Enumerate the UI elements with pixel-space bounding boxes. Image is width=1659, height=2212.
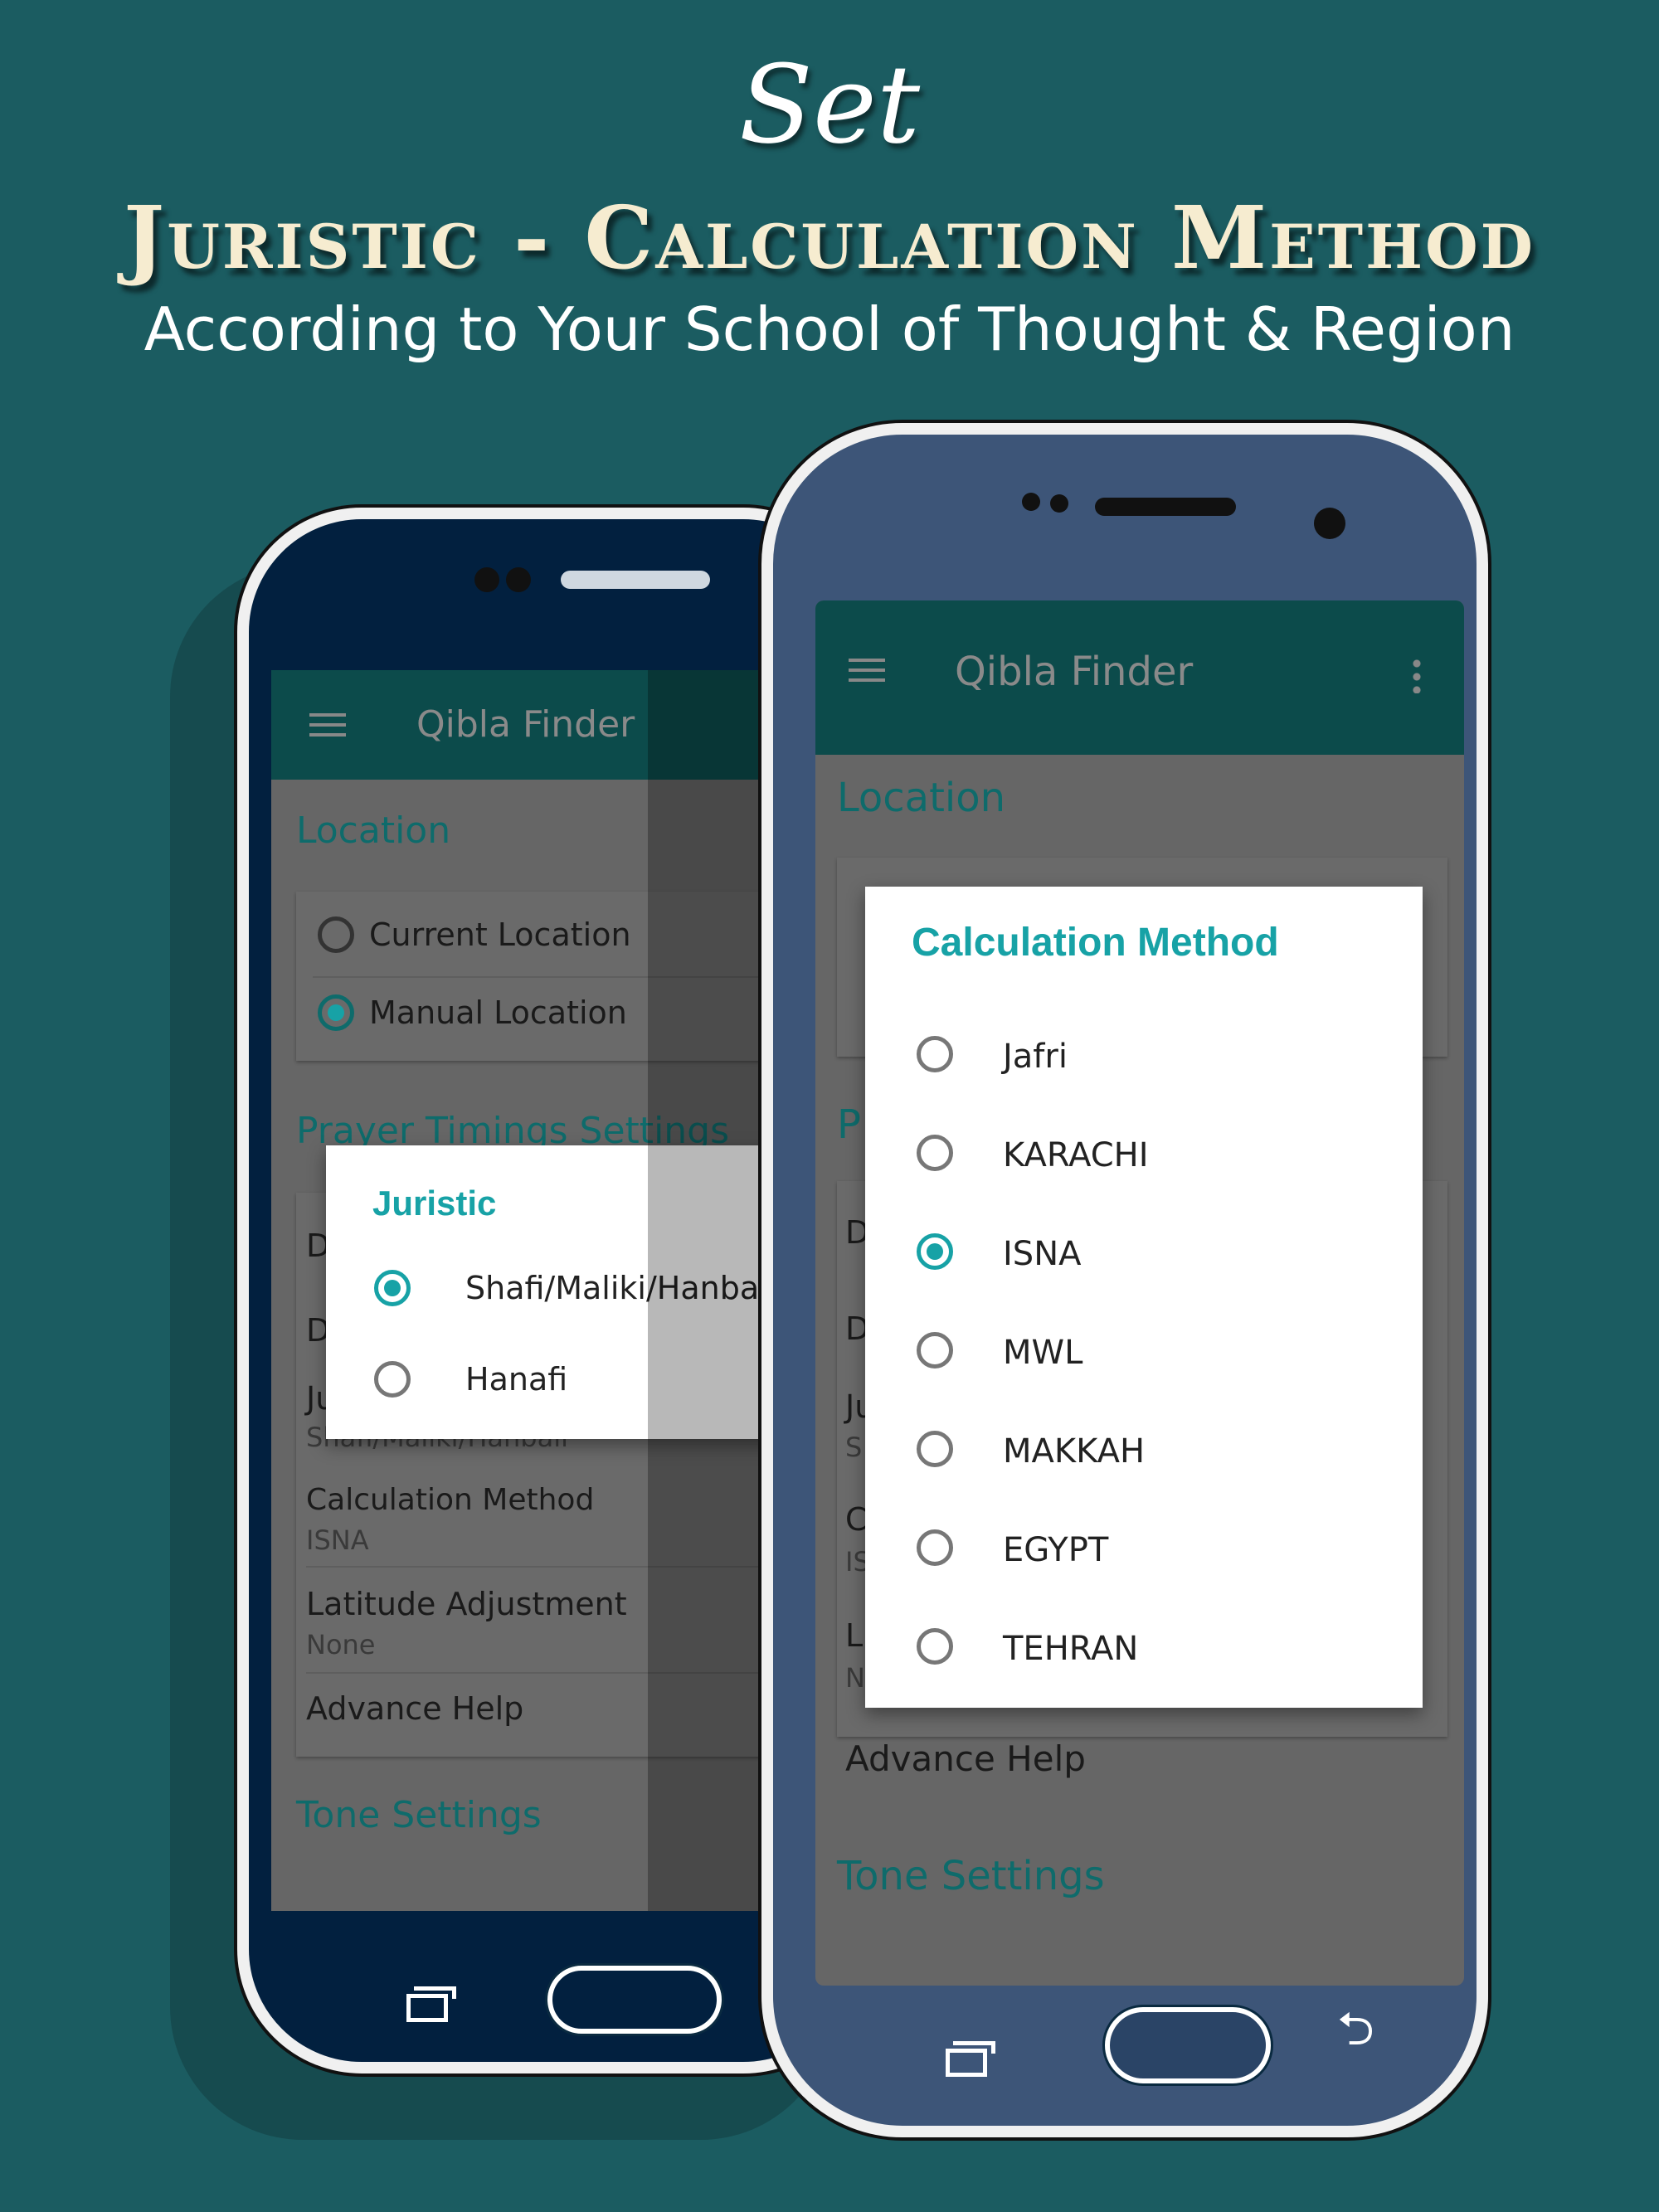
recent-apps-icon[interactable] [946, 2041, 995, 2077]
section-tone-settings: Tone Settings [296, 1794, 542, 1836]
setting-row[interactable]: C [845, 1501, 868, 1538]
option-tehran[interactable]: TEHRAN [1003, 1630, 1138, 1668]
calculation-method-dialog: Calculation Method Jafri KARACHI ISNA MWL MA… [865, 887, 1423, 1708]
option-hanafi[interactable]: Hanafi [465, 1361, 567, 1398]
option-current-location[interactable]: Current Location [369, 916, 631, 953]
option-karachi[interactable]: KARACHI [1003, 1136, 1149, 1174]
menu-icon[interactable] [849, 659, 885, 682]
section-location: Location [837, 775, 1006, 821]
option-mwl[interactable]: MWL [1003, 1334, 1082, 1372]
setting-latitude-adjustment[interactable]: Latitude Adjustment [306, 1586, 627, 1622]
banner-subtitle: According to Your School of Thought & Re… [144, 294, 1515, 364]
option-manual-location[interactable]: Manual Location [369, 994, 627, 1031]
app-bar: Qibla Finder [815, 600, 1464, 755]
sensor-icon [506, 567, 531, 592]
setting-advance-help[interactable]: Advance Help [306, 1690, 523, 1727]
banner-title: Juristic - Calculation Method [124, 187, 1535, 289]
radio-hanafi[interactable] [374, 1361, 411, 1398]
calculation-method-value: ISNA [306, 1524, 369, 1556]
radio-jafri[interactable] [917, 1036, 953, 1072]
section-tone-settings: Tone Settings [837, 1853, 1105, 1899]
banner-set-script: Set [738, 41, 921, 168]
option-jafri[interactable]: Jafri [1003, 1038, 1068, 1076]
more-options-icon[interactable] [1413, 657, 1421, 693]
back-icon[interactable]: ⮌ [1337, 1996, 1374, 2074]
section-location: Location [296, 809, 451, 852]
recent-apps-icon[interactable] [406, 1986, 456, 2022]
radio-isna[interactable] [917, 1233, 953, 1270]
radio-shafi[interactable] [374, 1270, 411, 1306]
dialog-title: Juristic [372, 1184, 497, 1223]
setting-row[interactable]: L [845, 1617, 863, 1654]
setting-value: S [845, 1432, 863, 1463]
home-button[interactable] [1105, 2007, 1271, 2083]
option-isna[interactable]: ISNA [1003, 1235, 1081, 1273]
radio-tehran[interactable] [917, 1628, 953, 1665]
camera-icon [1314, 508, 1345, 539]
option-makkah[interactable]: MAKKAH [1003, 1432, 1145, 1471]
app-title: Qibla Finder [955, 649, 1194, 695]
sensor-icon [1022, 493, 1040, 511]
setting-calculation-method[interactable]: Calculation Method [306, 1483, 594, 1517]
app-title: Qibla Finder [416, 703, 635, 746]
radio-makkah[interactable] [917, 1431, 953, 1467]
home-button[interactable] [547, 1966, 722, 2034]
right-screen: Qibla Finder Location P D D Ju S C IS L … [815, 600, 1464, 1986]
latitude-value: None [306, 1629, 376, 1660]
radio-manual-location[interactable] [318, 994, 354, 1031]
radio-current-location[interactable] [318, 916, 354, 953]
section-prayer-timings: P [837, 1101, 861, 1148]
menu-icon[interactable] [309, 713, 346, 737]
setting-value: N [845, 1662, 865, 1694]
speaker-grille [1095, 498, 1236, 516]
right-phone: Qibla Finder Location P D D Ju S C IS L … [761, 423, 1488, 2137]
setting-advance-help[interactable]: Advance Help [845, 1738, 1086, 1779]
radio-karachi[interactable] [917, 1135, 953, 1171]
speaker-grille [561, 571, 710, 589]
option-egypt[interactable]: EGYPT [1003, 1531, 1108, 1569]
camera-icon [474, 567, 499, 592]
radio-egypt[interactable] [917, 1529, 953, 1566]
dialog-title: Calculation Method [912, 921, 1279, 965]
sensor-icon [1050, 494, 1068, 513]
radio-mwl[interactable] [917, 1332, 953, 1369]
